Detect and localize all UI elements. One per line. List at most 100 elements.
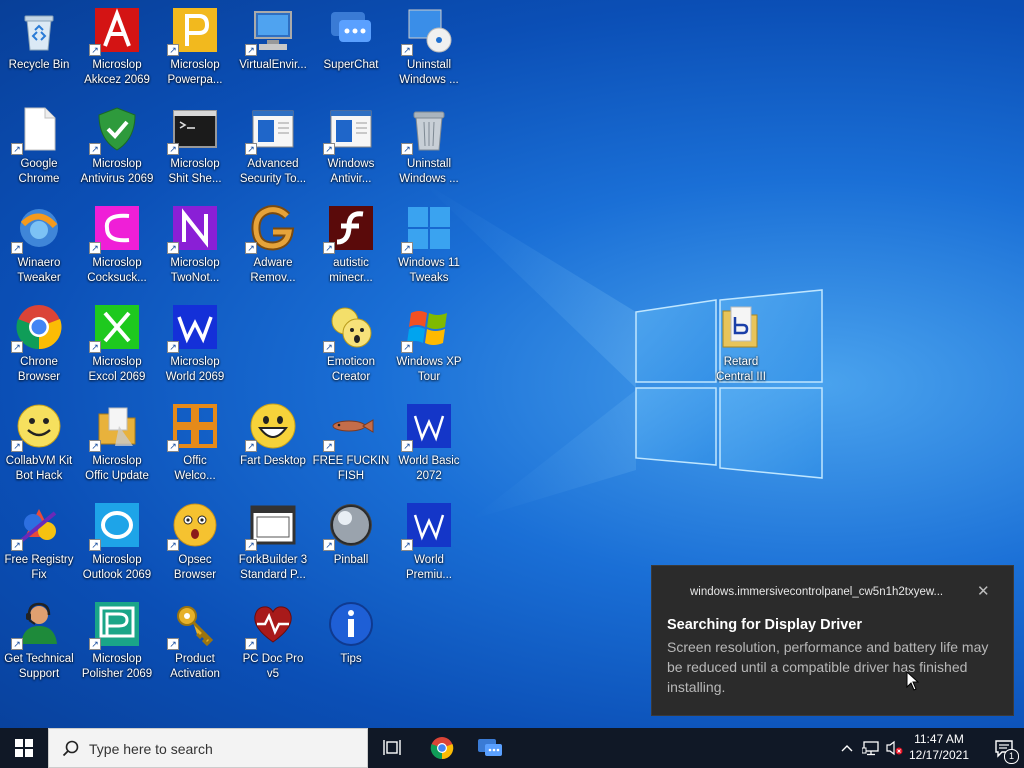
network-icon [862, 741, 879, 756]
smiley-icon: ↗ [11, 402, 63, 452]
volume-tray-button[interactable] [884, 728, 904, 768]
desktop-icon[interactable]: ↗ Winaero Tweaker [0, 198, 78, 290]
desktop-icon-label: Microslop World 2069 [165, 356, 225, 383]
clock[interactable]: 11:47 AM 12/17/2021 [902, 731, 976, 763]
shortcut-arrow-icon: ↗ [89, 638, 101, 650]
close-icon[interactable]: ✕ [977, 582, 990, 600]
registry-icon: ↗ [11, 501, 63, 551]
desktop-icon[interactable]: ↗ ForkBuilder 3 Standard P... [234, 495, 312, 587]
desktop-icon[interactable]: ↗ Offic Welco... [156, 396, 234, 488]
key-icon: ↗ [167, 600, 219, 650]
shortcut-arrow-icon: ↗ [401, 539, 413, 551]
security-window-icon: ↗ [323, 105, 375, 155]
shortcut-arrow-icon: ↗ [11, 341, 23, 353]
desktop-icon[interactable]: ↗ Product Activation [156, 594, 234, 686]
desktop-icon[interactable]: ↗ Microslop Powerpa... [156, 0, 234, 92]
taskbar-search-box[interactable]: Type here to search [48, 728, 368, 768]
desktop-icon[interactable]: ↗ Google Chrome [0, 99, 78, 191]
folder-update-icon: ↗ [89, 402, 141, 452]
desktop-icon[interactable]: ↗ Windows 11 Tweaks [390, 198, 468, 290]
shortcut-arrow-icon: ↗ [323, 440, 335, 452]
w-blue-icon: ↗ [401, 501, 453, 551]
desktop-icon[interactable]: ↗ Microslop World 2069 [156, 297, 234, 389]
pinball-icon: ↗ [323, 501, 375, 551]
desktop-icon[interactable]: Retard Central III [702, 297, 780, 389]
desktop-icon[interactable]: ↗ Microslop Akkcez 2069 [78, 0, 156, 92]
desktop-icon-label: FREE FUCKIN FISH [312, 455, 390, 482]
taskbar-chrome-button[interactable] [418, 728, 466, 768]
start-button[interactable] [0, 728, 48, 768]
desktop-icon[interactable]: ↗ Chrone Browser [0, 297, 78, 389]
desktop-icon-label: Offic Welco... [174, 455, 216, 482]
desktop-icon-label: Microslop Offic Update [85, 455, 149, 482]
network-tray-button[interactable] [860, 728, 882, 768]
shortcut-arrow-icon: ↗ [401, 341, 413, 353]
action-center-button[interactable]: 1 [994, 739, 1019, 764]
display-driver-notification[interactable]: windows.immersivecontrolpanel_cw5n1h2txy… [651, 565, 1014, 716]
desktop-icon[interactable]: ↗ Uninstall Windows ... [390, 99, 468, 191]
desktop-icon[interactable]: ↗ Opsec Browser [156, 495, 234, 587]
desktop-icon[interactable]: Tips [312, 594, 390, 686]
desktop-icon[interactable]: ↗ Emoticon Creator [312, 297, 390, 389]
desktop-icon[interactable]: ↗ Pinball [312, 495, 390, 587]
desktop-icon[interactable]: Recycle Bin [0, 0, 78, 92]
desktop-icon[interactable]: ↗ Microslop Outlook 2069 [78, 495, 156, 587]
desktop-icon[interactable]: ↗ Get Technical Support [0, 594, 78, 686]
desktop-icon[interactable]: SuperChat [312, 0, 390, 92]
desktop-icon[interactable]: ↗ World Premiu... [390, 495, 468, 587]
ms-n-icon: ↗ [167, 204, 219, 254]
shocked-face-icon: ↗ [167, 501, 219, 551]
desktop-icon[interactable]: ↗ Microslop Antivirus 2069 [78, 99, 156, 191]
desktop-icon[interactable]: ↗ Free Registry Fix [0, 495, 78, 587]
taskbar: Type here to search 11:47 AM 12/17/2021 … [0, 728, 1024, 768]
office-icon: ↗ [167, 402, 219, 452]
notification-app-name: windows.immersivecontrolpanel_cw5n1h2txy… [690, 586, 944, 598]
desktop-icon-label: Microslop Shit She... [168, 158, 222, 185]
desktop-icon-label: Google Chrome [18, 158, 60, 185]
chat-icon [327, 6, 375, 54]
computer-icon: ↗ [245, 6, 297, 56]
desktop-icon[interactable]: ↗ Windows XP Tour [390, 297, 468, 389]
desktop-icon-label: Microslop Cocksuck... [87, 257, 147, 284]
desktop-icon[interactable]: ↗ Advanced Security To... [234, 99, 312, 191]
desktop-icon[interactable]: ↗ Microslop Excol 2069 [78, 297, 156, 389]
desktop-icon[interactable]: ↗ Windows Antivir... [312, 99, 390, 191]
desktop-icon-label: Microslop Polisher 2069 [81, 653, 153, 680]
publisher-icon: ↗ [89, 600, 141, 650]
desktop-icon[interactable]: ↗ Microslop TwoNot... [156, 198, 234, 290]
shortcut-arrow-icon: ↗ [245, 638, 257, 650]
desktop-icon-label: VirtualEnvir... [239, 59, 307, 71]
desktop-icon[interactable]: ↗ CollabVM Kit Bot Hack [0, 396, 78, 488]
desktop-icon-label: Microslop Powerpa... [167, 59, 223, 86]
desktop-icon-label: Advanced Security To... [239, 158, 307, 185]
shortcut-arrow-icon: ↗ [401, 242, 413, 254]
desktop-icon[interactable]: ↗ PC Doc Pro v5 [234, 594, 312, 686]
desktop-icon[interactable]: ↗ World Basic 2072 [390, 396, 468, 488]
desktop-icon[interactable]: ↗ Microslop Offic Update [78, 396, 156, 488]
desktop-icon[interactable]: ↗ Adware Remov... [234, 198, 312, 290]
folder-icon [717, 303, 765, 351]
show-hidden-icons-button[interactable] [838, 728, 856, 768]
desktop-icon-label: Retard Central III [716, 356, 766, 383]
desktop-icon[interactable]: ↗ autistic minecr... [312, 198, 390, 290]
desktop-icon[interactable]: ↗ VirtualEnvir... [234, 0, 312, 92]
trash-can-icon: ↗ [401, 105, 453, 155]
desktop-icon[interactable]: ↗ Fart Desktop [234, 396, 312, 488]
grin-icon: ↗ [245, 402, 297, 452]
desktop-icon[interactable]: ↗ Microslop Polisher 2069 [78, 594, 156, 686]
desktop-icon[interactable]: ↗ Uninstall Windows ... [390, 0, 468, 92]
desktop-icon[interactable]: ↗ FREE FUCKIN FISH [312, 396, 390, 488]
desktop-icon[interactable]: ↗ Microslop Shit She... [156, 99, 234, 191]
taskbar-chat-button[interactable] [466, 728, 514, 768]
shortcut-arrow-icon: ↗ [167, 143, 179, 155]
heartbeat-icon: ↗ [245, 600, 297, 650]
desktop-icon-label: CollabVM Kit Bot Hack [5, 455, 73, 482]
shortcut-arrow-icon: ↗ [245, 440, 257, 452]
task-view-button[interactable] [368, 728, 416, 768]
ms-w-icon: ↗ [167, 303, 219, 353]
desktop-icon[interactable]: ↗ Microslop Cocksuck... [78, 198, 156, 290]
chevron-up-icon [841, 745, 853, 752]
desktop-icon-label: Free Registry Fix [4, 554, 74, 581]
shortcut-arrow-icon: ↗ [167, 341, 179, 353]
shortcut-arrow-icon: ↗ [167, 638, 179, 650]
